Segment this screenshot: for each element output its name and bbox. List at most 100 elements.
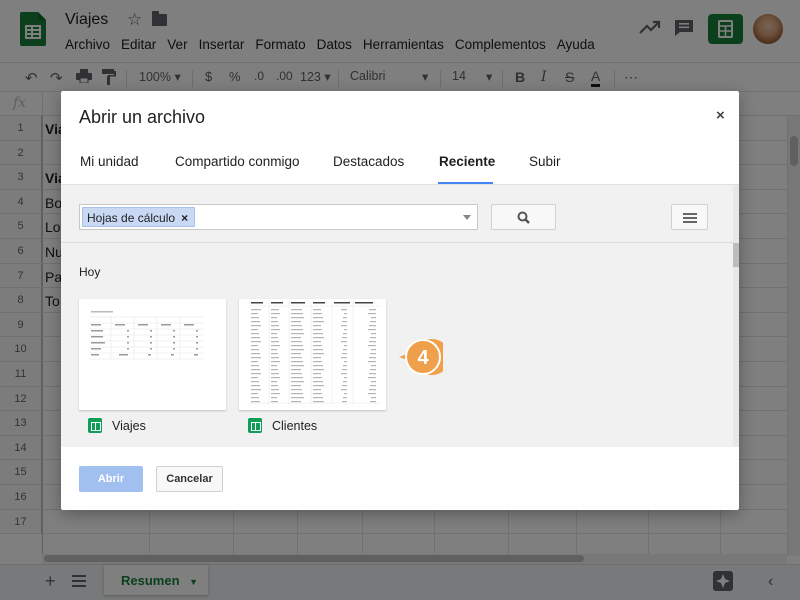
thumbnail-cell xyxy=(371,317,376,319)
thumbnail-cell xyxy=(313,361,322,363)
thumbnail-cell xyxy=(291,313,303,315)
thumbnail-cell xyxy=(342,369,347,371)
thumbnail-cell xyxy=(344,313,347,315)
thumbnail-cell xyxy=(291,385,301,387)
thumbnail-cell xyxy=(291,349,304,351)
thumbnail-cell xyxy=(341,309,347,311)
search-input[interactable]: Hojas de cálculo × xyxy=(79,204,478,230)
thumbnail-cell xyxy=(271,317,277,319)
open-button[interactable]: Abrir xyxy=(79,466,143,492)
thumbnail-cell xyxy=(368,393,376,395)
thumbnail-cell xyxy=(313,393,322,395)
thumbnail-cell xyxy=(271,381,277,383)
filter-chip-label: Hojas de cálculo xyxy=(87,211,176,225)
dialog-scroll-thumb[interactable] xyxy=(733,243,739,267)
content-divider xyxy=(61,242,733,243)
thumbnail-cell xyxy=(342,353,347,355)
thumbnail-cell xyxy=(369,373,376,375)
thumbnail-cell xyxy=(313,389,321,391)
thumbnail-cell xyxy=(251,373,261,375)
thumbnail-cell xyxy=(251,329,258,331)
thumbnail-cell xyxy=(341,325,347,327)
file-card-clientes[interactable] xyxy=(239,299,386,410)
thumbnail-cell xyxy=(291,325,302,327)
thumbnail-cell xyxy=(370,401,376,403)
thumbnail-cell xyxy=(341,341,347,343)
thumbnail-cell xyxy=(291,341,302,343)
callout-number: 4 xyxy=(417,347,429,369)
thumbnail-cell xyxy=(313,401,324,403)
thumbnail-cell xyxy=(271,401,278,403)
thumbnail-cell xyxy=(369,309,376,311)
thumbnail-cell xyxy=(313,369,324,371)
thumbnail-cell xyxy=(271,349,277,351)
thumbnail-cell xyxy=(343,317,347,319)
thumbnail-cell xyxy=(313,397,323,399)
tab-reciente[interactable]: Reciente xyxy=(439,154,495,169)
thumbnail-cell xyxy=(341,373,347,375)
thumbnail-cell xyxy=(369,325,376,327)
dialog-scrollbar[interactable] xyxy=(733,185,739,447)
sheets-file-icon xyxy=(88,418,102,433)
tab-mi-unidad[interactable]: Mi unidad xyxy=(80,154,139,169)
thumbnail-cell xyxy=(251,353,260,355)
cancel-button[interactable]: Cancelar xyxy=(156,466,223,492)
thumbnail-cell xyxy=(344,377,347,379)
tab-compartido-conmigo[interactable]: Compartido conmigo xyxy=(175,154,300,169)
thumbnail-cell xyxy=(251,377,258,379)
thumbnail-cell xyxy=(251,365,259,367)
thumbnail-cell xyxy=(291,369,301,371)
close-icon[interactable]: × xyxy=(716,107,725,124)
filter-chip[interactable]: Hojas de cálculo × xyxy=(82,207,196,227)
thumbnail-cell xyxy=(271,365,277,367)
file-card-viajes[interactable] xyxy=(79,299,226,410)
thumbnail-cell xyxy=(291,401,301,403)
thumbnail-cell xyxy=(368,313,376,315)
thumbnail-cell xyxy=(313,349,323,351)
tab-destacados[interactable]: Destacados xyxy=(333,154,404,169)
tab-subir[interactable]: Subir xyxy=(529,154,561,169)
file-name-viajes[interactable]: Viajes xyxy=(112,419,146,433)
file-picker-content: Hojas de cálculo × Hoy Viajes Clientes xyxy=(61,185,739,447)
open-file-dialog: Abrir un archivo × Mi unidad Compartido … xyxy=(61,91,739,510)
thumbnail-cell xyxy=(371,349,376,351)
thumbnail-cell xyxy=(271,337,278,339)
thumbnail-cell xyxy=(291,389,302,391)
thumbnail-cell xyxy=(291,397,304,399)
thumbnail-cell xyxy=(271,385,278,387)
search-options-chevron-icon[interactable] xyxy=(463,215,471,220)
thumbnail-cell xyxy=(271,309,279,311)
thumbnail-cell xyxy=(291,357,302,359)
thumbnail-cell xyxy=(251,389,261,391)
thumbnail-cell xyxy=(313,325,321,327)
thumbnail-cell xyxy=(271,325,279,327)
thumbnail-cell xyxy=(251,341,261,343)
thumbnail-cell xyxy=(369,357,376,359)
thumbnail-cell xyxy=(341,389,347,391)
search-icon xyxy=(517,211,530,224)
thumbnail-cell xyxy=(291,373,302,375)
list-view-button[interactable] xyxy=(671,204,708,230)
thumbnail-cell xyxy=(271,377,280,379)
thumbnail-cell xyxy=(271,393,280,395)
thumbnail-cell xyxy=(291,333,304,335)
file-thumbnail xyxy=(239,299,386,410)
thumbnail-cell xyxy=(251,361,258,363)
search-button[interactable] xyxy=(491,204,556,230)
thumbnail-cell xyxy=(313,313,322,315)
sheets-file-icon xyxy=(248,418,262,433)
thumbnail-cell xyxy=(370,321,376,323)
thumbnail-cell xyxy=(313,373,321,375)
thumbnail-cell xyxy=(313,317,323,319)
thumbnail-cell xyxy=(251,393,258,395)
file-name-clientes[interactable]: Clientes xyxy=(272,419,317,433)
thumbnail-cell xyxy=(251,349,259,351)
thumbnail-cell xyxy=(291,381,304,383)
dialog-title: Abrir un archivo xyxy=(79,107,206,127)
thumbnail-cell xyxy=(251,385,260,387)
thumbnail-cell xyxy=(313,357,321,359)
remove-filter-icon[interactable]: × xyxy=(181,211,188,225)
thumbnail-cell xyxy=(371,333,376,335)
thumbnail-cell xyxy=(368,329,376,331)
thumbnail-cell xyxy=(291,309,302,311)
